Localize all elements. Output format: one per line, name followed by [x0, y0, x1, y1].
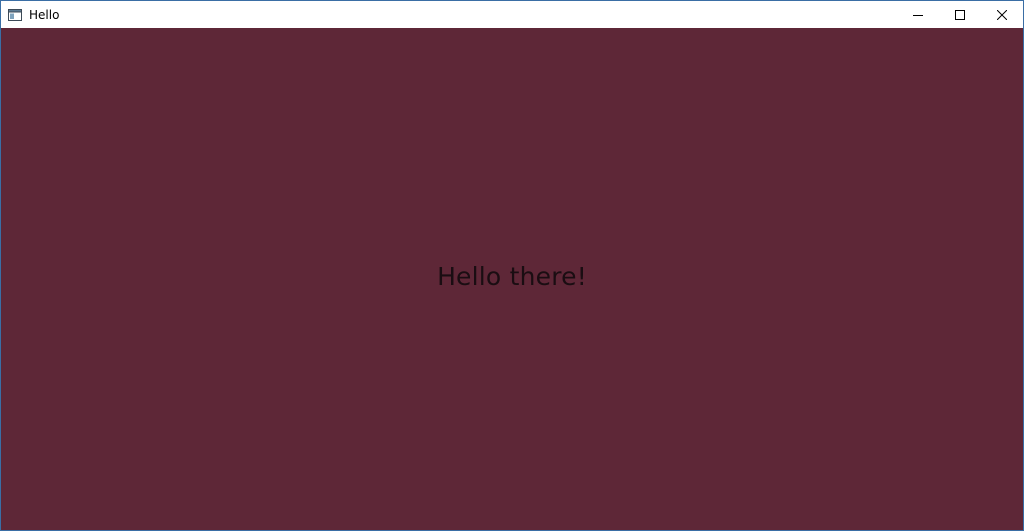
- client-area: Hello there!: [1, 28, 1023, 530]
- window-controls: [897, 1, 1023, 28]
- window-app-icon[interactable]: [7, 7, 23, 23]
- title-bar[interactable]: Hello: [1, 1, 1023, 28]
- close-button[interactable]: [981, 1, 1023, 28]
- minimize-button[interactable]: [897, 1, 939, 28]
- minimize-icon: [913, 14, 923, 16]
- maximize-icon: [955, 9, 965, 20]
- app-window: Hello Hello there!: [0, 0, 1024, 531]
- window-title: Hello: [29, 7, 60, 22]
- close-icon: [997, 9, 1007, 20]
- maximize-button[interactable]: [939, 1, 981, 28]
- greeting-text: Hello there!: [437, 262, 587, 291]
